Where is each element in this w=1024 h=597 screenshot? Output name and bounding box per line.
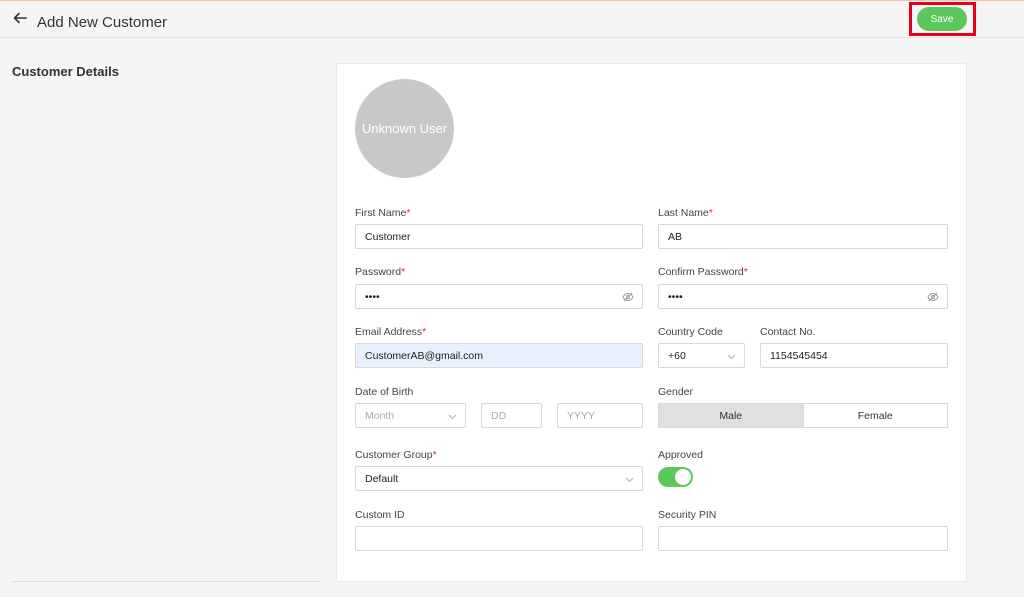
contact-no-label: Contact No. <box>760 326 816 338</box>
first-name-value: Customer <box>365 230 411 243</box>
toggle-knob <box>675 469 691 485</box>
contact-no-value: 1154545454 <box>770 349 828 362</box>
last-name-label: Last Name* <box>658 207 713 219</box>
dob-label: Date of Birth <box>355 386 414 398</box>
save-button[interactable]: Save <box>917 7 967 31</box>
customer-group-label-text: Customer Group <box>355 449 433 461</box>
security-pin-input[interactable] <box>658 526 948 551</box>
dob-year-placeholder: YYYY <box>567 409 596 422</box>
first-name-input[interactable]: Customer <box>355 224 643 249</box>
dob-year-input[interactable]: YYYY <box>557 403 643 428</box>
dob-month-select[interactable]: Month <box>355 403 466 428</box>
avatar[interactable]: Unknown User <box>355 79 454 178</box>
customer-group-select[interactable]: Default <box>355 466 643 491</box>
eye-off-icon[interactable] <box>622 292 634 302</box>
password-label: Password* <box>355 266 405 278</box>
last-name-label-text: Last Name <box>658 207 709 219</box>
back-arrow-icon[interactable] <box>12 10 28 26</box>
password-input[interactable]: •••• <box>355 284 643 309</box>
customer-group-label: Customer Group* <box>355 449 437 461</box>
eye-off-icon[interactable] <box>927 292 939 302</box>
divider <box>12 581 320 582</box>
customer-group-value: Default <box>365 472 399 485</box>
required-mark: * <box>422 326 427 338</box>
page-title: Add New Customer <box>37 14 168 31</box>
country-code-value: +60 <box>668 349 686 362</box>
dob-month-placeholder: Month <box>365 409 395 422</box>
confirm-password-input[interactable]: •••• <box>658 284 948 309</box>
required-mark: * <box>401 266 406 278</box>
custom-id-label: Custom ID <box>355 509 405 521</box>
custom-id-input[interactable] <box>355 526 643 551</box>
confirm-password-value: •••• <box>668 290 683 303</box>
dob-day-input[interactable]: DD <box>481 403 542 428</box>
required-mark: * <box>432 449 437 461</box>
country-code-select[interactable]: +60 <box>658 343 745 368</box>
email-label-text: Email Address <box>355 326 423 338</box>
page-header: Add New Customer <box>0 1 1024 38</box>
email-field[interactable]: CustomerAB@gmail.com <box>355 343 643 368</box>
approved-label: Approved <box>658 449 703 461</box>
password-label-text: Password <box>355 266 402 278</box>
dob-day-placeholder: DD <box>491 409 507 422</box>
first-name-label: First Name* <box>355 207 410 219</box>
security-pin-label: Security PIN <box>658 509 717 521</box>
gender-option-female[interactable]: Female <box>804 404 948 427</box>
country-code-label: Country Code <box>658 326 723 338</box>
gender-label: Gender <box>658 386 694 398</box>
contact-no-input[interactable]: 1154545454 <box>760 343 948 368</box>
required-mark: * <box>708 207 713 219</box>
confirm-password-label: Confirm Password* <box>658 266 748 278</box>
chevron-down-icon <box>727 354 736 360</box>
chevron-down-icon <box>625 477 634 483</box>
last-name-input[interactable]: AB <box>658 224 948 249</box>
email-value: CustomerAB@gmail.com <box>365 349 484 362</box>
required-mark: * <box>743 266 748 278</box>
approved-toggle[interactable] <box>658 467 693 487</box>
last-name-value: AB <box>668 230 683 243</box>
email-label: Email Address* <box>355 326 426 338</box>
required-mark: * <box>406 207 411 219</box>
avatar-label: Unknown User <box>361 121 448 136</box>
confirm-password-label-text: Confirm Password <box>658 266 744 278</box>
section-title: Customer Details <box>12 64 119 79</box>
first-name-label-text: First Name <box>355 207 407 219</box>
gender-option-male[interactable]: Male <box>659 404 803 427</box>
gender-toggle: Male Female <box>658 403 948 428</box>
password-value: •••• <box>365 290 380 303</box>
chevron-down-icon <box>448 414 457 420</box>
